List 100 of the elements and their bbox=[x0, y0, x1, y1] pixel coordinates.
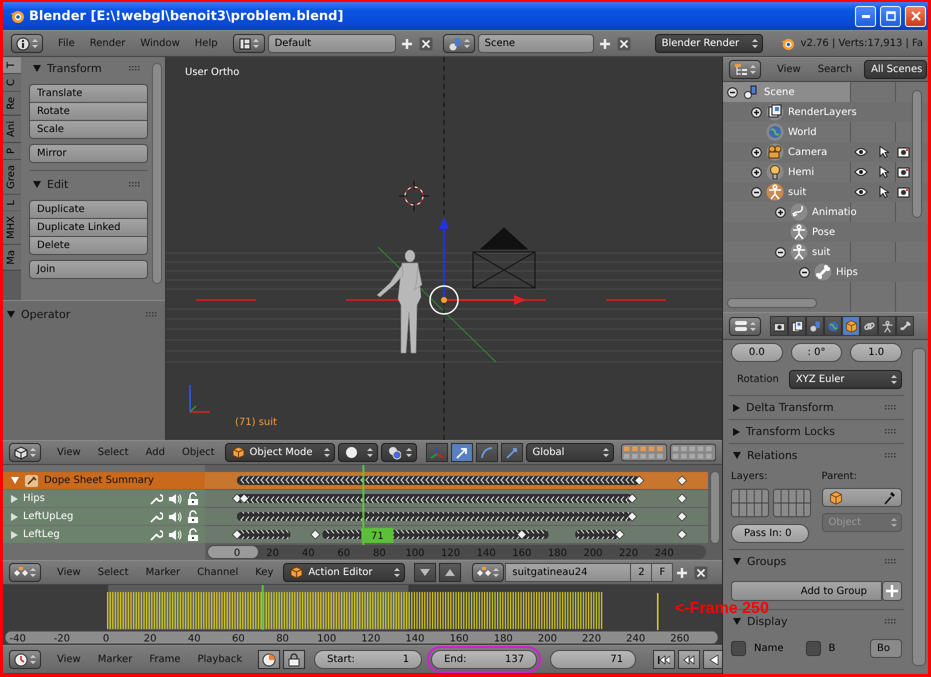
add-to-group-button[interactable]: Add to Group bbox=[731, 581, 882, 601]
eye-icon[interactable] bbox=[854, 147, 868, 157]
eye-icon[interactable] bbox=[854, 187, 868, 197]
pass-index-field[interactable]: Pass In: 0 bbox=[731, 524, 809, 543]
play-reverse-button[interactable] bbox=[703, 650, 722, 669]
3d-cursor-icon[interactable] bbox=[398, 180, 430, 212]
rotation-mode-dropdown[interactable]: XYZ Euler bbox=[788, 370, 902, 389]
panel-title[interactable]: Transform bbox=[47, 62, 102, 74]
menu-item[interactable]: Channel bbox=[190, 567, 246, 578]
channel-row[interactable]: LeftLeg bbox=[3, 526, 205, 543]
tool-shelf-tab[interactable]: P bbox=[3, 142, 21, 160]
menu-item[interactable]: Marker bbox=[90, 654, 140, 665]
tool-shelf-tab[interactable]: Grea bbox=[3, 160, 21, 195]
outliner-row[interactable]: Hips bbox=[723, 262, 928, 282]
keyframe-strip[interactable] bbox=[232, 494, 687, 504]
tool-button[interactable]: Translate bbox=[29, 84, 148, 103]
close-button[interactable] bbox=[905, 6, 926, 26]
display-mode-dropdown[interactable]: All Scenes bbox=[864, 60, 928, 79]
close-icon[interactable] bbox=[418, 36, 433, 50]
tool-button[interactable]: Duplicate bbox=[29, 200, 148, 219]
unlocked-padlock-icon[interactable] bbox=[187, 510, 199, 524]
frame-ruler[interactable] bbox=[207, 545, 706, 559]
pointer-icon[interactable] bbox=[879, 166, 889, 178]
scrollbar[interactable] bbox=[727, 298, 817, 308]
tool-shelf-tab[interactable]: Re bbox=[3, 92, 21, 116]
translate-manipulator-button[interactable] bbox=[450, 443, 473, 462]
expand-toggle-icon[interactable] bbox=[751, 106, 762, 118]
properties-tab[interactable] bbox=[770, 316, 788, 336]
action-name-field[interactable]: suitgatineau24 bbox=[505, 563, 632, 582]
checkbox-label[interactable]: Name bbox=[754, 643, 784, 654]
outliner-row[interactable]: suit bbox=[723, 182, 928, 202]
scrollbar[interactable] bbox=[152, 63, 162, 284]
tool-shelf-tab[interactable]: Ma bbox=[3, 245, 21, 272]
speaker-icon[interactable] bbox=[168, 510, 182, 524]
menu-item[interactable]: Playback bbox=[190, 654, 250, 665]
grip-icon[interactable] bbox=[885, 559, 896, 564]
tool-shelf-tab[interactable]: Ani bbox=[3, 116, 21, 143]
user-count-field[interactable]: 2 bbox=[630, 563, 652, 582]
keyframe-strip[interactable] bbox=[232, 530, 687, 540]
disclosure-triangle-icon[interactable] bbox=[733, 452, 741, 459]
properties-tab[interactable] bbox=[878, 316, 896, 336]
start-frame-field[interactable]: Start: 1 bbox=[314, 650, 422, 669]
stick-figure-icon[interactable] bbox=[790, 223, 808, 241]
grip-icon[interactable] bbox=[146, 312, 157, 316]
plus-icon[interactable] bbox=[882, 581, 902, 601]
menu-item[interactable]: View bbox=[50, 447, 88, 458]
keyframe-strip[interactable] bbox=[237, 476, 687, 486]
disclosure-triangle-icon[interactable] bbox=[733, 404, 740, 412]
outliner-row[interactable]: suit bbox=[723, 242, 928, 262]
expand-toggle-icon[interactable] bbox=[775, 246, 786, 258]
panel-title[interactable]: Delta Transform bbox=[746, 401, 834, 414]
panel-title[interactable]: Display bbox=[747, 615, 788, 628]
lock-button[interactable] bbox=[283, 650, 306, 669]
render-engine-dropdown[interactable]: Blender Render bbox=[654, 34, 763, 53]
keyframe-strip[interactable] bbox=[237, 512, 687, 522]
scene-selector-button[interactable] bbox=[442, 34, 475, 53]
grip-icon[interactable] bbox=[129, 66, 140, 70]
human-figure-drawing[interactable] bbox=[376, 250, 422, 354]
scale-manipulator-button[interactable] bbox=[500, 443, 523, 462]
disclosure-triangle-icon[interactable] bbox=[33, 64, 41, 72]
number-field[interactable]: 1.0 bbox=[850, 343, 902, 362]
properties-tab[interactable] bbox=[788, 316, 806, 336]
eyedropper-icon[interactable] bbox=[883, 490, 895, 504]
menu-item[interactable]: Marker bbox=[138, 567, 188, 578]
minimize-button[interactable] bbox=[855, 6, 876, 26]
panel-title[interactable]: Relations bbox=[747, 449, 798, 462]
wrench-icon[interactable] bbox=[149, 510, 163, 524]
speaker-icon[interactable] bbox=[168, 528, 182, 542]
scrollbar[interactable] bbox=[208, 546, 258, 558]
close-icon[interactable] bbox=[694, 566, 708, 580]
properties-tab[interactable] bbox=[860, 316, 878, 336]
disclosure-triangle-icon[interactable] bbox=[33, 180, 41, 188]
checkbox[interactable] bbox=[731, 641, 746, 656]
current-frame-badge[interactable]: 71 bbox=[361, 528, 394, 543]
expand-toggle-icon[interactable] bbox=[751, 166, 762, 178]
menu-item[interactable]: View bbox=[50, 654, 88, 665]
editor-type-button[interactable] bbox=[9, 650, 41, 669]
properties-tab[interactable] bbox=[896, 316, 914, 336]
menu-item[interactable]: File bbox=[52, 38, 81, 49]
layer-grid-icon[interactable] bbox=[773, 488, 811, 518]
menu-item[interactable]: Key bbox=[248, 567, 280, 578]
rotate-manipulator-button[interactable] bbox=[476, 443, 498, 462]
pointer-icon[interactable] bbox=[879, 186, 889, 198]
speaker-icon[interactable] bbox=[168, 492, 182, 506]
stick-figure-icon[interactable] bbox=[790, 243, 808, 261]
properties-tab[interactable] bbox=[842, 316, 860, 336]
menu-item[interactable]: Frame bbox=[142, 654, 188, 665]
menu-item[interactable]: Select bbox=[90, 447, 136, 458]
render-layers-icon[interactable] bbox=[766, 103, 784, 121]
checkbox-label[interactable]: B bbox=[828, 643, 836, 654]
scrollbar[interactable] bbox=[912, 90, 922, 218]
outliner-row[interactable]: Pose bbox=[723, 222, 928, 242]
menu-item[interactable]: Object bbox=[174, 447, 222, 458]
outliner-row[interactable]: RenderLayers bbox=[723, 102, 928, 122]
disclosure-triangle-icon[interactable] bbox=[733, 558, 741, 565]
checkbox[interactable] bbox=[806, 641, 821, 656]
disclosure-triangle-icon[interactable] bbox=[733, 618, 741, 625]
camera-icon[interactable] bbox=[897, 146, 910, 158]
editor-type-button[interactable] bbox=[729, 316, 761, 336]
wrench-icon[interactable] bbox=[149, 528, 163, 542]
